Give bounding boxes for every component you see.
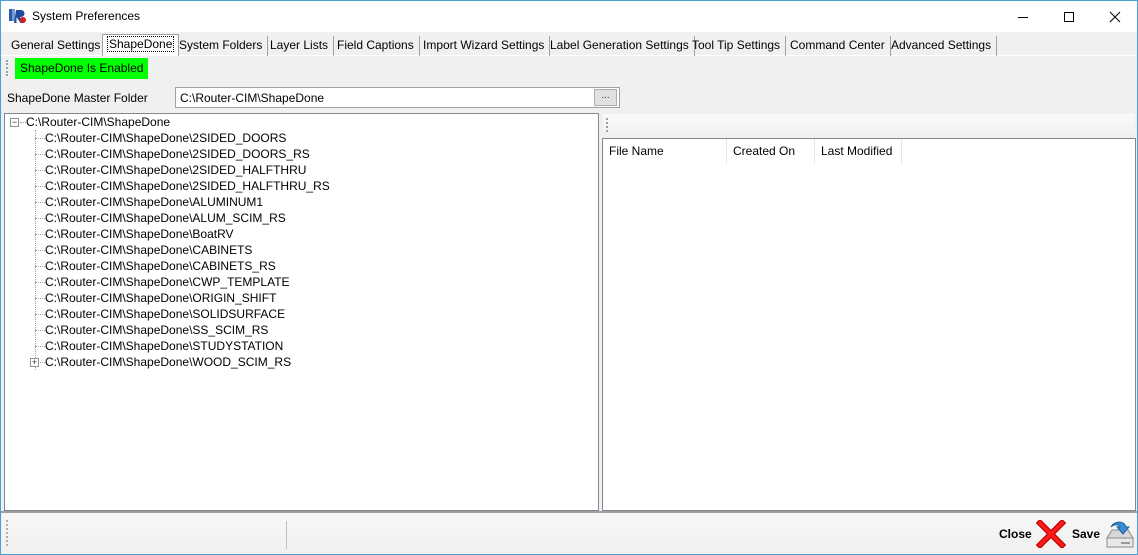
tree-connector — [35, 282, 45, 283]
tab-advanced-settings[interactable]: Advanced Settings — [886, 36, 998, 56]
tree-connector — [35, 218, 45, 219]
footer-grip[interactable] — [6, 520, 8, 546]
master-folder-label: ShapeDone Master Folder — [7, 91, 148, 105]
tree-connector — [35, 250, 45, 251]
master-folder-input[interactable] — [175, 87, 620, 108]
red-x-icon — [1035, 520, 1066, 548]
tab-label: Command Center — [790, 38, 885, 52]
tree-node[interactable]: C:\Router-CIM\ShapeDone\SS_SCIM_RS — [45, 322, 268, 338]
tree-node[interactable]: C:\Router-CIM\ShapeDone\2SIDED_HALFTHRU — [45, 162, 306, 178]
tree-node[interactable]: C:\Router-CIM\ShapeDone\ORIGIN_SHIFT — [45, 290, 276, 306]
tree-connector — [35, 330, 45, 331]
toolstrip-grip[interactable] — [6, 60, 8, 76]
tab-label: Import Wizard Settings — [423, 38, 545, 52]
tree-connector — [35, 314, 45, 315]
tab-tool-tip-settings[interactable]: Tool Tip Settings — [687, 36, 787, 56]
tree-connector — [35, 234, 45, 235]
column-header-created-on[interactable]: Created On — [727, 139, 815, 164]
tree-node[interactable]: C:\Router-CIM\ShapeDone\CWP_TEMPLATE — [45, 274, 290, 290]
window-title: System Preferences — [32, 9, 141, 23]
tab-system-folders[interactable]: System Folders — [174, 36, 269, 56]
tab-label: Layer Lists — [270, 38, 329, 52]
close-icon — [1109, 11, 1121, 22]
toolbar-grip[interactable] — [606, 118, 608, 132]
tree-node[interactable]: C:\Router-CIM\ShapeDone\2SIDED_DOORS_RS — [45, 146, 310, 162]
tab-label-generation-settings[interactable]: Label Generation Settings — [545, 36, 695, 56]
save-button[interactable]: Save — [1072, 517, 1136, 551]
tab-strip: General Settings ShapeDone System Folder… — [1, 32, 1137, 56]
column-header-last-modified[interactable]: Last Modified — [815, 139, 902, 164]
browse-folder-button[interactable]: ... — [594, 89, 617, 106]
tab-import-wizard-settings[interactable]: Import Wizard Settings — [418, 36, 551, 56]
tree-node[interactable]: C:\Router-CIM\ShapeDone\ALUMINUM1 — [45, 194, 263, 210]
tree-node[interactable]: C:\Router-CIM\ShapeDone\CABINETS — [45, 242, 252, 258]
save-drive-icon — [1106, 521, 1134, 548]
status-divider — [286, 521, 287, 549]
file-list-toolbar — [603, 114, 1135, 137]
tree-node[interactable]: C:\Router-CIM\ShapeDone\2SIDED_DOORS — [45, 130, 286, 146]
tree-connector — [35, 202, 45, 203]
tree-connector — [35, 298, 45, 299]
tab-label: System Folders — [179, 38, 263, 52]
tree-node[interactable]: C:\Router-CIM\ShapeDone\BoatRV — [45, 226, 234, 242]
tab-label: General Settings — [11, 38, 101, 52]
shapedone-enabled-badge: ShapeDone Is Enabled — [15, 58, 149, 79]
footer-bar: Close Save — [2, 513, 1137, 554]
close-button[interactable]: Close — [999, 519, 1066, 549]
tab-label: Label Generation Settings — [550, 38, 689, 52]
tab-layer-lists[interactable]: Layer Lists — [265, 36, 335, 56]
tree-connector — [35, 346, 45, 347]
tab-shapedone[interactable]: ShapeDone — [102, 34, 180, 56]
close-button-label: Close — [999, 527, 1032, 541]
system-preferences-window: System Preferences General Settings Shap… — [0, 0, 1138, 555]
maximize-icon — [1064, 11, 1074, 22]
tree-connector — [35, 186, 45, 187]
tree-connector — [35, 138, 45, 139]
tab-label: ShapeDone — [106, 36, 175, 52]
tree-connector — [35, 266, 45, 267]
tree-node[interactable]: C:\Router-CIM\ShapeDone\SOLIDSURFACE — [45, 306, 285, 322]
tree-node[interactable]: C:\Router-CIM\ShapeDone\ALUM_SCIM_RS — [45, 210, 286, 226]
status-toolstrip: ShapeDone Is Enabled — [3, 57, 1135, 81]
column-header-file-name[interactable]: File Name — [603, 139, 727, 164]
tree-node[interactable]: C:\Router-CIM\ShapeDone\2SIDED_HALFTHRU_… — [45, 178, 330, 194]
tab-label: Tool Tip Settings — [692, 38, 781, 52]
tab-general-settings[interactable]: General Settings — [6, 36, 107, 56]
collapse-icon[interactable]: − — [10, 118, 19, 127]
close-window-button[interactable] — [1092, 1, 1138, 32]
title-bar: System Preferences — [1, 1, 1137, 32]
tree-node[interactable]: C:\Router-CIM\ShapeDone\STUDYSTATION — [45, 338, 283, 354]
app-logo-icon — [9, 9, 26, 23]
tree-node[interactable]: C:\Router-CIM\ShapeDone\CABINETS_RS — [45, 258, 276, 274]
tab-label: Field Captions — [337, 38, 414, 52]
tab-label: Advanced Settings — [891, 38, 992, 52]
tree-node[interactable]: C:\Router-CIM\ShapeDone\WOOD_SCIM_RS — [45, 354, 291, 370]
file-list[interactable]: File Name Created On Last Modified — [602, 138, 1136, 511]
minimize-icon — [1018, 16, 1028, 18]
tree-connector — [35, 170, 45, 171]
maximize-button[interactable] — [1046, 1, 1092, 32]
tab-command-center[interactable]: Command Center — [785, 36, 891, 56]
folder-tree[interactable]: − C:\Router-CIM\ShapeDone C:\Router-CIM\… — [4, 113, 599, 511]
tree-connector — [35, 154, 45, 155]
save-button-label: Save — [1072, 527, 1101, 541]
tab-field-captions[interactable]: Field Captions — [332, 36, 420, 56]
tree-root-node[interactable]: C:\Router-CIM\ShapeDone — [26, 114, 170, 130]
minimize-button[interactable] — [1000, 1, 1046, 32]
expand-icon[interactable]: + — [30, 358, 39, 367]
